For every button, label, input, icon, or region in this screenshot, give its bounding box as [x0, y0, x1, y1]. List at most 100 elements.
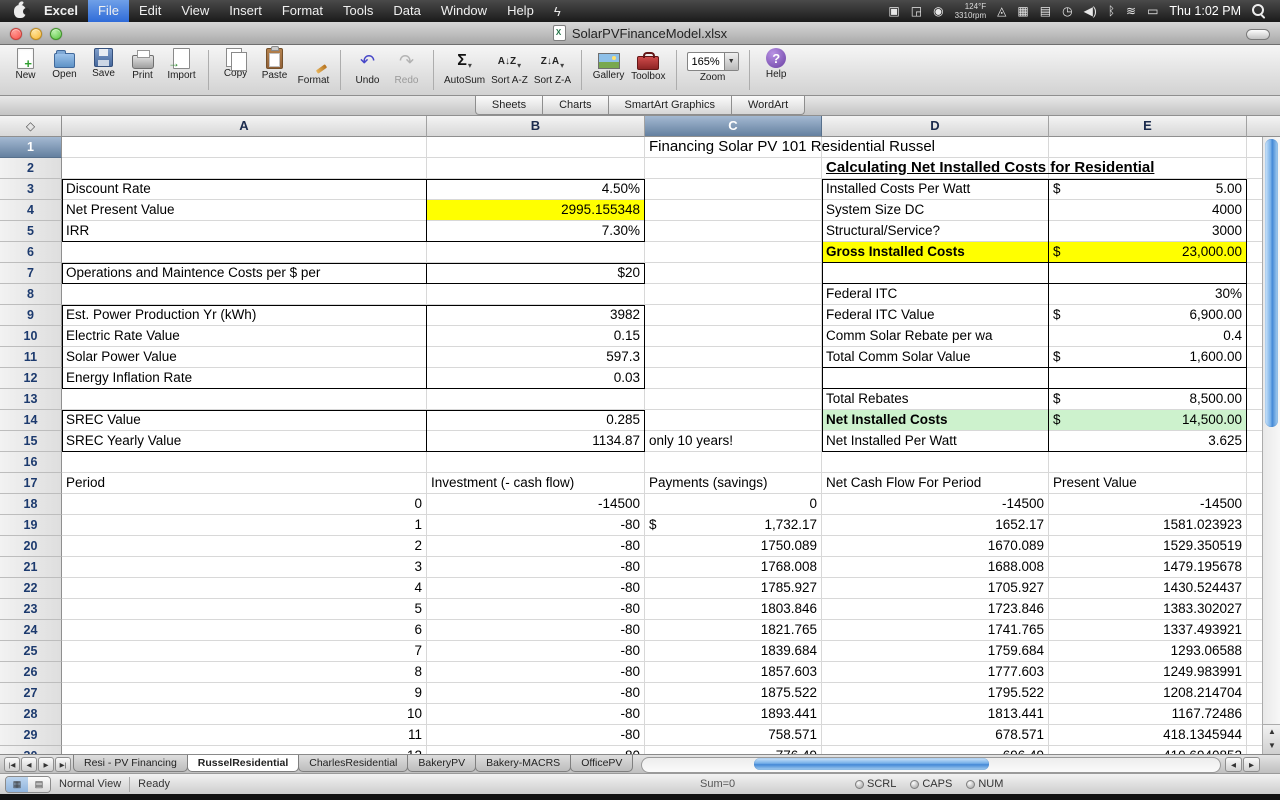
volume-icon[interactable]: ◀)	[1084, 0, 1097, 22]
cell-C20[interactable]: 1750.089	[645, 536, 822, 557]
cell-C14[interactable]	[645, 410, 822, 431]
cell-F26[interactable]	[1247, 662, 1262, 683]
column-header-E[interactable]: E	[1049, 116, 1247, 137]
cell-B13[interactable]	[427, 389, 645, 410]
normal-view-button[interactable]: ▦	[6, 777, 28, 792]
row-header-2[interactable]: 2	[0, 158, 62, 179]
cell-A29[interactable]: 11	[62, 725, 427, 746]
cell-F25[interactable]	[1247, 641, 1262, 662]
cell-C15[interactable]: only 10 years!	[645, 431, 822, 452]
cell-F29[interactable]	[1247, 725, 1262, 746]
cell-E4[interactable]: 4000	[1049, 200, 1247, 221]
sheet-tab-charlesresidential[interactable]: CharlesResidential	[298, 755, 408, 772]
spaces-icon[interactable]: ▣	[888, 0, 899, 22]
cell-F16[interactable]	[1247, 452, 1262, 473]
apple-menu[interactable]	[6, 5, 34, 18]
cell-C8[interactable]	[645, 284, 822, 305]
row-header-26[interactable]: 26	[0, 662, 62, 683]
battery-icon[interactable]: ▭	[1147, 0, 1158, 22]
row-header-17[interactable]: 17	[0, 473, 62, 494]
cell-C11[interactable]	[645, 347, 822, 368]
row-header-20[interactable]: 20	[0, 536, 62, 557]
open-button[interactable]: Open	[45, 48, 84, 80]
cell-D28[interactable]: 1813.441	[822, 704, 1049, 725]
cell-E13[interactable]: $8,500.00	[1049, 389, 1247, 410]
cell-E9[interactable]: $6,900.00	[1049, 305, 1247, 326]
autosum-button[interactable]: Σ▾AutoSum	[441, 48, 488, 86]
cell-E8[interactable]: 30%	[1049, 284, 1247, 305]
menu-excel[interactable]: Excel	[34, 0, 88, 22]
cell-D29[interactable]: 678.571	[822, 725, 1049, 746]
menu-tools[interactable]: Tools	[333, 0, 383, 22]
cell-E17[interactable]: Present Value	[1049, 473, 1247, 494]
cell-A20[interactable]: 2	[62, 536, 427, 557]
row-header-9[interactable]: 9	[0, 305, 62, 326]
window-title-bar[interactable]: SolarPVFinanceModel.xlsx	[0, 22, 1280, 45]
cell-E12[interactable]	[1049, 368, 1247, 389]
horizontal-scrollbar-thumb[interactable]	[754, 758, 989, 770]
cell-A14[interactable]: SREC Value	[62, 410, 427, 431]
cell-C29[interactable]: 758.571	[645, 725, 822, 746]
cell-C28[interactable]: 1893.441	[645, 704, 822, 725]
redo-button[interactable]: ↷Redo	[387, 48, 426, 86]
cell-C24[interactable]: 1821.765	[645, 620, 822, 641]
page-layout-view-button[interactable]: ▤	[28, 777, 50, 792]
cell-C12[interactable]	[645, 368, 822, 389]
cell-B23[interactable]: -80	[427, 599, 645, 620]
cell-E28[interactable]: 1167.72486	[1049, 704, 1247, 725]
row-header-25[interactable]: 25	[0, 641, 62, 662]
cell-B21[interactable]: -80	[427, 557, 645, 578]
cell-B16[interactable]	[427, 452, 645, 473]
cell-A19[interactable]: 1	[62, 515, 427, 536]
cell-C17[interactable]: Payments (savings)	[645, 473, 822, 494]
cell-F4[interactable]	[1247, 200, 1262, 221]
cell-D14[interactable]: Net Installed Costs	[822, 410, 1049, 431]
cell-B28[interactable]: -80	[427, 704, 645, 725]
row-header-27[interactable]: 27	[0, 683, 62, 704]
cell-B9[interactable]: 3982	[427, 305, 645, 326]
sheet-tab-bakerypv[interactable]: BakeryPV	[407, 755, 476, 772]
cell-F21[interactable]	[1247, 557, 1262, 578]
spotlight-icon[interactable]	[1252, 4, 1268, 19]
cell-F3[interactable]	[1247, 179, 1262, 200]
cell-C26[interactable]: 1857.603	[645, 662, 822, 683]
row-header-30[interactable]: 30	[0, 746, 62, 754]
cell-C5[interactable]	[645, 221, 822, 242]
cell-A22[interactable]: 4	[62, 578, 427, 599]
menu-file[interactable]: File	[88, 0, 129, 22]
cell-A24[interactable]: 6	[62, 620, 427, 641]
cell-F10[interactable]	[1247, 326, 1262, 347]
row-header-3[interactable]: 3	[0, 179, 62, 200]
cell-E6[interactable]: $23,000.00	[1049, 242, 1247, 263]
cell-C16[interactable]	[645, 452, 822, 473]
cell-A8[interactable]	[62, 284, 427, 305]
cell-A30[interactable]: 12	[62, 746, 427, 754]
display-icon[interactable]: ▤	[1040, 0, 1051, 22]
cell-A5[interactable]: IRR	[62, 221, 427, 242]
cell-D18[interactable]: -14500	[822, 494, 1049, 515]
cell-F17[interactable]	[1247, 473, 1262, 494]
row-header-19[interactable]: 19	[0, 515, 62, 536]
zoom-dropdown-arrow[interactable]: ▼	[724, 53, 738, 70]
column-header-B[interactable]: B	[427, 116, 645, 137]
cell-C9[interactable]	[645, 305, 822, 326]
cell-B24[interactable]: -80	[427, 620, 645, 641]
sheet-nav-next[interactable]: ▶	[38, 757, 54, 772]
cell-D22[interactable]: 1705.927	[822, 578, 1049, 599]
menu-data[interactable]: Data	[383, 0, 430, 22]
menu-view[interactable]: View	[171, 0, 219, 22]
toolbox-button[interactable]: Toolbox	[628, 48, 668, 82]
cell-B15[interactable]: 1134.87	[427, 431, 645, 452]
wifi-icon[interactable]: ≋	[1126, 0, 1136, 22]
cell-B3[interactable]: 4.50%	[427, 179, 645, 200]
cell-F23[interactable]	[1247, 599, 1262, 620]
cell-D3[interactable]: Installed Costs Per Watt	[822, 179, 1049, 200]
cell-B1[interactable]	[427, 137, 645, 158]
cell-E15[interactable]: 3.625	[1049, 431, 1247, 452]
row-header-18[interactable]: 18	[0, 494, 62, 515]
time-machine-icon[interactable]: ◷	[1062, 0, 1072, 22]
cell-B4[interactable]: 2995.155348	[427, 200, 645, 221]
cell-E24[interactable]: 1337.493921	[1049, 620, 1247, 641]
cell-A13[interactable]	[62, 389, 427, 410]
row-header-23[interactable]: 23	[0, 599, 62, 620]
